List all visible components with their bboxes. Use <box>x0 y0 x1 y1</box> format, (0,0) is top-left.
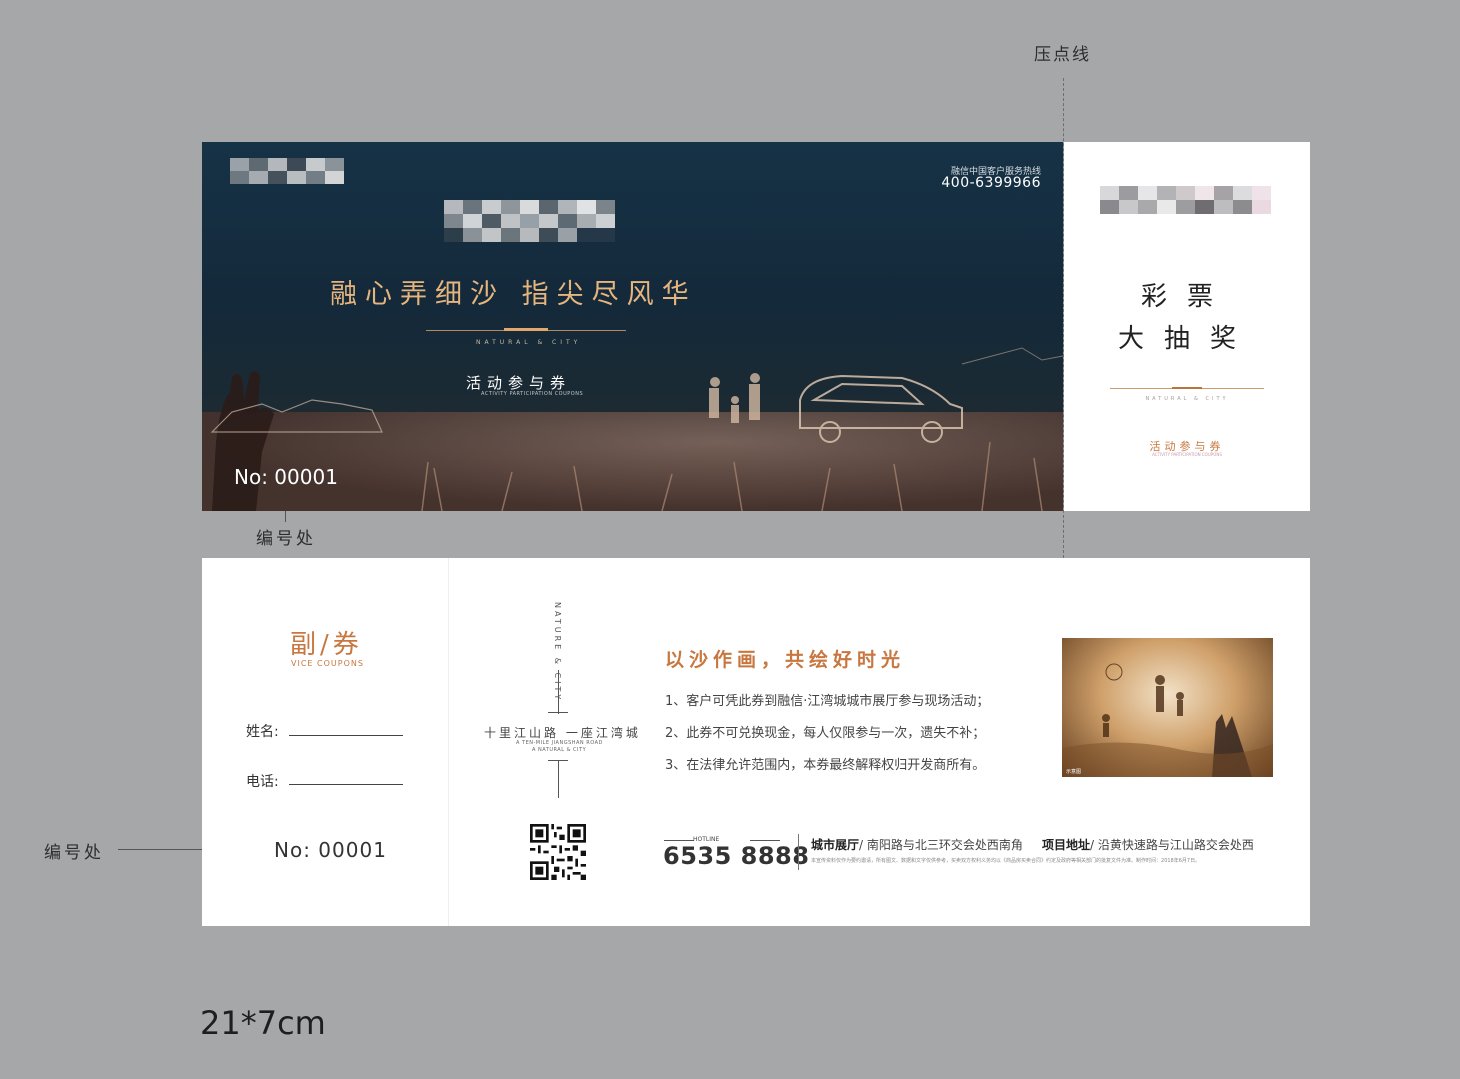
brand-tick-upper <box>548 712 568 713</box>
brand-road-line: 十里江山路 一座江湾城 <box>484 726 641 740</box>
address-line: 城市展厅/ 南阳路与北三环交会处西南角 项目地址/ 沿黄快速路与江山路交会处西 <box>811 836 1254 853</box>
activity-subtitle-en: ACTIVITY PARTICIPATION COUPONS <box>481 391 584 397</box>
main-ticket: 融信中国客户服务热线 400-6399966 融心弄细沙 指尖尽风华 NATUR… <box>202 142 1063 511</box>
phone-label: 电话: <box>246 774 279 790</box>
activity-title: 活动参与券 <box>466 374 572 392</box>
subtitle-en: NATURAL & CITY <box>476 339 582 346</box>
brand-road-en-1: A TEN-MILE JIANGSHAN ROAD <box>516 740 603 746</box>
rule-item: 3、在法律允许范围内，本券最终解释权归开发商所有。 <box>665 758 986 773</box>
project-label: 项目地址 <box>1041 838 1090 852</box>
pixelated-logo-small <box>230 158 344 184</box>
hotline-rule-left <box>664 840 694 841</box>
number-tick <box>285 510 286 522</box>
stub-divider-accent <box>1172 387 1202 389</box>
brand-road-en-2: A NATURAL & CITY <box>532 747 587 753</box>
hotline-number: 400-6399966 <box>941 175 1041 191</box>
vice-coupon-title-en: VICE COUPONS <box>291 659 364 668</box>
name-label: 姓名: <box>246 724 279 740</box>
phone-field[interactable] <box>289 784 403 785</box>
press-line-label: 压点线 <box>1034 45 1091 65</box>
pixelated-logo-large <box>444 200 615 242</box>
size-label: 21*7cm <box>200 1004 326 1042</box>
brand-line-lower <box>558 760 559 798</box>
showroom-label: 城市展厅 <box>811 838 860 852</box>
serial-number: No: 00001 <box>234 465 338 489</box>
photo-caption: 示意图 <box>1066 769 1082 775</box>
project-address: / 沿黄快速路与江山路交会处西 <box>1089 838 1254 852</box>
hotline-rule-right <box>750 840 780 841</box>
stub-subtitle-en: NATURAL & CITY <box>1145 396 1229 402</box>
gold-divider-accent <box>504 328 548 331</box>
name-field[interactable] <box>289 735 403 736</box>
sand-painting-photo: 示意图 <box>1062 638 1273 777</box>
back-side-ticket: 副/券 VICE COUPONS 姓名: 电话: No: 00001 NATUR… <box>202 558 1310 926</box>
brand-line-upper <box>558 670 559 714</box>
qr-code[interactable] <box>530 824 586 880</box>
number-position-label-top: 编号处 <box>256 529 316 549</box>
sand-painting-figures <box>1062 663 1273 777</box>
rule-item: 2、此券不可兑换现金，每人仅限参与一次，遗失不补； <box>665 726 986 741</box>
info-headline: 以沙作画，共绘好时光 <box>665 649 906 671</box>
showroom-address: / 南阳路与北三环交会处西南角 <box>859 838 1023 852</box>
hotline-big-number: 6535 8888 <box>663 842 810 870</box>
vice-serial-number: No: 00001 <box>274 838 387 862</box>
lottery-title-line2: 大抽奖 <box>1117 324 1256 354</box>
lottery-stub: 彩票 大抽奖 NATURAL & CITY 活动参与券 ACTIVITY PAR… <box>1064 142 1310 511</box>
lottery-title-line1: 彩票 <box>1140 282 1233 312</box>
number-position-label-left: 编号处 <box>44 843 104 863</box>
vice-coupon-title: 副/券 <box>290 630 363 660</box>
slogan: 融心弄细沙 指尖尽风华 <box>330 279 697 310</box>
stub-activity-subtitle-en: ACTIVITY PARTICIPATION COUPONS <box>1152 452 1222 457</box>
contact-divider <box>798 834 799 870</box>
rule-item: 1、客户可凭此券到融信·江湾城城市展厅参与现场活动； <box>665 694 990 709</box>
pixelated-logo-stub <box>1100 186 1271 214</box>
legal-disclaimer: 本宣传资料仅作为要约邀请，所有图文、数据和文字仅供参考，买卖双方权利义务均以《商… <box>811 858 1201 864</box>
sand-art-illustration <box>210 347 1063 511</box>
fold-line <box>448 558 449 926</box>
